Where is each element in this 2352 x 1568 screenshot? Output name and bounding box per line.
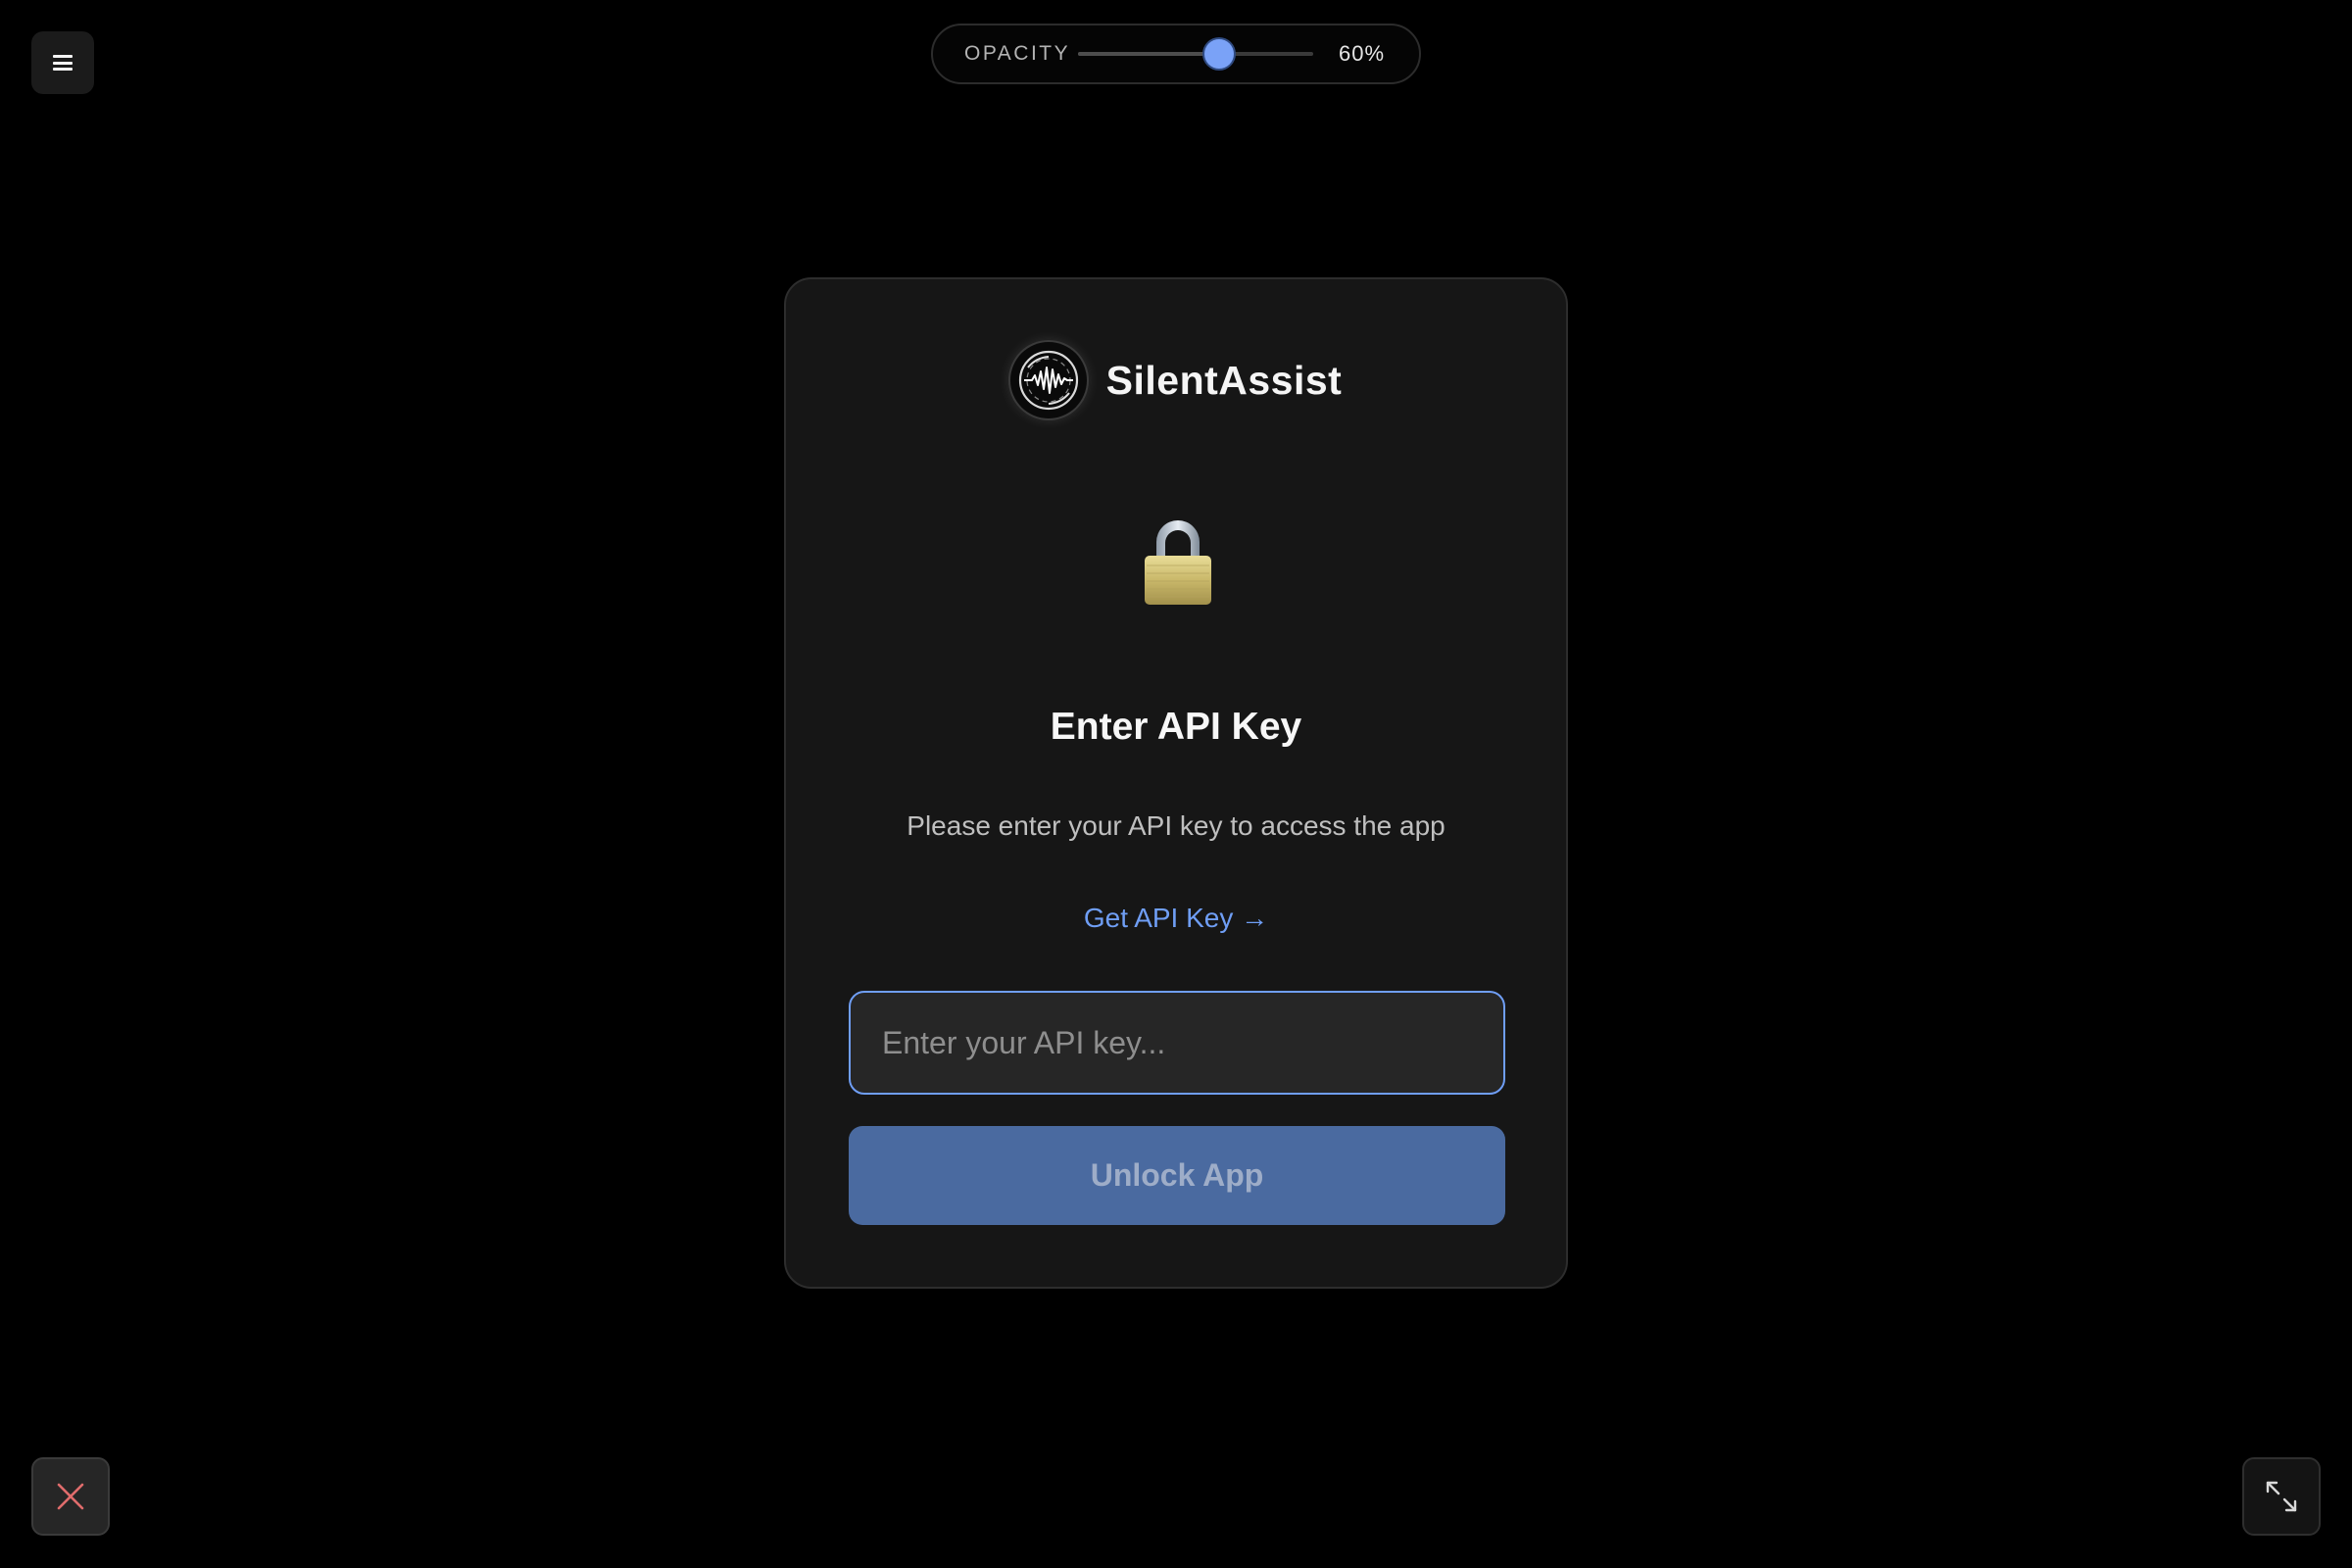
api-key-card: SilentAssist Enter API Key Please enter …: [784, 277, 1568, 1289]
opacity-slider[interactable]: [1078, 39, 1313, 69]
waveform-logo-icon: [1009, 342, 1087, 418]
unlock-app-button[interactable]: Unlock App: [849, 1126, 1505, 1225]
opacity-slider-thumb[interactable]: [1204, 39, 1234, 69]
api-key-input[interactable]: [849, 991, 1505, 1095]
app-window: OPACITY 60% SilentAssist Enter API Key P…: [0, 0, 2352, 1568]
opacity-slider-fill: [1078, 52, 1219, 56]
close-button[interactable]: [31, 1457, 110, 1536]
get-api-key-link[interactable]: Get API Key →: [786, 903, 1566, 934]
page-title: Enter API Key: [1050, 706, 1302, 748]
close-icon: [57, 1483, 84, 1510]
expand-icon: [2266, 1481, 2297, 1512]
app-name: SilentAssist: [1105, 357, 1343, 403]
expand-button[interactable]: [2242, 1457, 2321, 1536]
opacity-label: OPACITY: [964, 42, 1071, 65]
menu-button[interactable]: [31, 31, 94, 94]
opacity-control: OPACITY 60%: [931, 24, 1421, 84]
padlock-icon: [1139, 514, 1217, 609]
hamburger-icon: [53, 55, 73, 71]
opacity-value: 60%: [1339, 41, 1386, 66]
subtitle: Please enter your API key to access the …: [906, 810, 1446, 841]
brand: SilentAssist: [786, 342, 1566, 418]
